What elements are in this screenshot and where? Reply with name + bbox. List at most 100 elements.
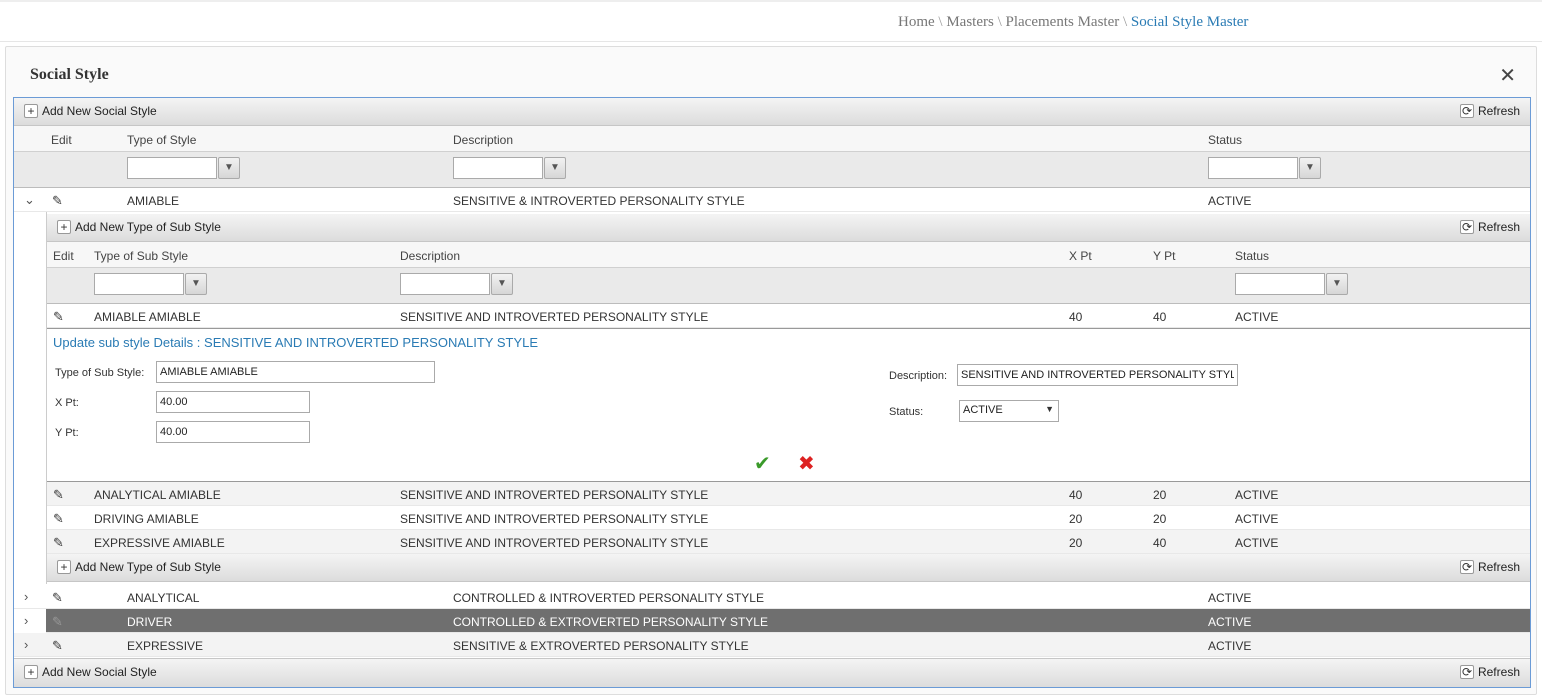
refresh-button[interactable]: ⟳ Refresh bbox=[1459, 220, 1520, 234]
refresh-button[interactable]: ⟳ Refresh bbox=[1459, 665, 1520, 679]
column-header-description[interactable]: Description bbox=[400, 249, 460, 263]
page-title: Social Style bbox=[30, 66, 109, 83]
status-select[interactable]: ACTIVE ▼ bbox=[959, 400, 1059, 422]
refresh-label: Refresh bbox=[1477, 104, 1520, 118]
y-pt-cell: 40 bbox=[1153, 310, 1167, 324]
description-input[interactable] bbox=[957, 364, 1238, 386]
table-row[interactable]: ✎ DRIVING AMIABLE SENSITIVE AND INTROVER… bbox=[47, 506, 1530, 530]
pencil-icon[interactable]: ✎ bbox=[53, 309, 64, 325]
column-header-status[interactable]: Status bbox=[1208, 133, 1242, 147]
breadcrumb-separator: \ bbox=[997, 14, 1002, 30]
refresh-label: Refresh bbox=[1477, 560, 1520, 574]
plus-icon: + bbox=[57, 220, 71, 234]
sub-type-filter-input[interactable] bbox=[94, 273, 184, 295]
chevron-right-icon[interactable]: › bbox=[14, 609, 46, 633]
x-pt-cell: 40 bbox=[1069, 488, 1083, 502]
sub-type-cell: DRIVING AMIABLE bbox=[94, 512, 199, 526]
filter-icon[interactable]: ▼ bbox=[218, 157, 240, 179]
refresh-label: Refresh bbox=[1477, 220, 1520, 234]
chevron-right-icon[interactable]: › bbox=[24, 637, 28, 652]
filter-icon[interactable]: ▼ bbox=[1326, 273, 1348, 295]
sub-type-cell: EXPRESSIVE AMIABLE bbox=[94, 536, 225, 550]
table-row[interactable]: ✎ EXPRESSIVE AMIABLE SENSITIVE AND INTRO… bbox=[47, 530, 1530, 554]
pencil-icon[interactable]: ✎ bbox=[53, 511, 64, 527]
close-icon[interactable]: ✕ bbox=[1499, 63, 1516, 88]
pencil-icon[interactable]: ✎ bbox=[52, 638, 63, 654]
pencil-icon[interactable]: ✎ bbox=[53, 535, 64, 551]
top-bar: Home \ Masters \ Placements Master \ Soc… bbox=[0, 0, 1542, 42]
breadcrumb-home[interactable]: Home bbox=[898, 14, 935, 30]
x-pt-cell: 20 bbox=[1069, 512, 1083, 526]
refresh-button[interactable]: ⟳ Refresh bbox=[1459, 560, 1520, 574]
sub-type-cell: ANALYTICAL AMIABLE bbox=[94, 488, 221, 502]
sub-type-cell: AMIABLE AMIABLE bbox=[94, 310, 201, 324]
add-sub-style-label: Add New Type of Sub Style bbox=[75, 560, 221, 574]
description-cell: CONTROLLED & INTROVERTED PERSONALITY STY… bbox=[453, 591, 764, 605]
type-filter-input[interactable] bbox=[127, 157, 217, 179]
table-row[interactable]: ⌄ ✎ AMIABLE SENSITIVE & INTROVERTED PERS… bbox=[14, 188, 1530, 212]
grid-bottom-toolbar: + Add New Social Style ⟳ Refresh bbox=[14, 658, 1530, 687]
description-filter-input[interactable] bbox=[453, 157, 543, 179]
description-label: Description: bbox=[889, 370, 948, 382]
x-pt-input[interactable] bbox=[156, 391, 310, 413]
edit-sub-style-form: Update sub style Details : SENSITIVE AND… bbox=[47, 328, 1530, 482]
save-check-icon[interactable]: ✔ bbox=[754, 451, 771, 476]
refresh-button[interactable]: ⟳ Refresh bbox=[1459, 104, 1520, 118]
add-social-style-label: Add New Social Style bbox=[42, 665, 157, 679]
refresh-label: Refresh bbox=[1477, 665, 1520, 679]
add-social-style-button[interactable]: + Add New Social Style bbox=[24, 665, 157, 679]
refresh-icon: ⟳ bbox=[1459, 665, 1474, 679]
type-cell: DRIVER bbox=[127, 615, 173, 629]
add-sub-style-button[interactable]: + Add New Type of Sub Style bbox=[57, 560, 221, 574]
table-row[interactable]: › ✎ ANALYTICAL CONTROLLED & INTROVERTED … bbox=[14, 585, 1530, 609]
caret-down-icon: ▼ bbox=[1045, 404, 1054, 414]
column-header-type-of-style[interactable]: Type of Style bbox=[127, 133, 196, 147]
x-pt-cell: 40 bbox=[1069, 310, 1083, 324]
add-sub-style-button[interactable]: + Add New Type of Sub Style bbox=[57, 220, 221, 234]
social-style-grid: + Add New Social Style ⟳ Refresh Edit Ty… bbox=[13, 97, 1531, 688]
filter-icon[interactable]: ▼ bbox=[1299, 157, 1321, 179]
status-cell: ACTIVE bbox=[1208, 591, 1252, 605]
column-header-status[interactable]: Status bbox=[1235, 249, 1269, 263]
grid-header-row: Edit Type of Style Description Status bbox=[14, 126, 1530, 152]
chevron-down-icon[interactable]: ⌄ bbox=[24, 192, 35, 208]
sub-status-cell: ACTIVE bbox=[1235, 512, 1279, 526]
pencil-icon[interactable]: ✎ bbox=[52, 590, 63, 606]
column-header-edit: Edit bbox=[53, 249, 74, 263]
status-filter-input[interactable] bbox=[1208, 157, 1298, 179]
subgrid-top-toolbar: + Add New Type of Sub Style ⟳ Refresh bbox=[47, 214, 1530, 242]
breadcrumb-placements-master[interactable]: Placements Master bbox=[1006, 14, 1120, 30]
sub-status-filter-input[interactable] bbox=[1235, 273, 1325, 295]
plus-icon: + bbox=[57, 560, 71, 574]
column-header-description[interactable]: Description bbox=[453, 133, 513, 147]
refresh-icon: ⟳ bbox=[1459, 220, 1474, 234]
filter-icon[interactable]: ▼ bbox=[491, 273, 513, 295]
y-pt-input[interactable] bbox=[156, 421, 310, 443]
column-header-y-pt[interactable]: Y Pt bbox=[1153, 249, 1175, 263]
add-social-style-button[interactable]: + Add New Social Style bbox=[24, 104, 157, 118]
subgrid-bottom-toolbar: + Add New Type of Sub Style ⟳ Refresh bbox=[47, 554, 1530, 582]
breadcrumb-masters[interactable]: Masters bbox=[946, 14, 994, 30]
cancel-x-icon[interactable]: ✖ bbox=[798, 451, 815, 476]
breadcrumb-separator: \ bbox=[938, 14, 943, 30]
pencil-icon[interactable]: ✎ bbox=[53, 487, 64, 503]
sub-description-filter-input[interactable] bbox=[400, 273, 490, 295]
column-header-type-of-sub-style[interactable]: Type of Sub Style bbox=[94, 249, 188, 263]
status-cell: ACTIVE bbox=[1208, 194, 1252, 208]
breadcrumb: Home \ Masters \ Placements Master \ Soc… bbox=[898, 14, 1248, 31]
table-row[interactable]: ✎ AMIABLE AMIABLE SENSITIVE AND INTROVER… bbox=[47, 304, 1530, 328]
column-header-x-pt[interactable]: X Pt bbox=[1069, 249, 1092, 263]
pencil-icon[interactable]: ✎ bbox=[52, 193, 63, 209]
table-row[interactable]: ✎ ANALYTICAL AMIABLE SENSITIVE AND INTRO… bbox=[47, 482, 1530, 506]
chevron-right-icon[interactable]: › bbox=[24, 589, 28, 604]
table-row[interactable]: › ✎ EXPRESSIVE SENSITIVE & EXTROVERTED P… bbox=[14, 633, 1530, 657]
type-of-sub-style-input[interactable] bbox=[156, 361, 435, 383]
y-pt-label: Y Pt: bbox=[55, 427, 79, 439]
sub-status-cell: ACTIVE bbox=[1235, 536, 1279, 550]
sub-description-cell: SENSITIVE AND INTROVERTED PERSONALITY ST… bbox=[400, 536, 709, 550]
filter-icon[interactable]: ▼ bbox=[544, 157, 566, 179]
pencil-icon[interactable]: ✎ bbox=[52, 614, 63, 630]
filter-icon[interactable]: ▼ bbox=[185, 273, 207, 295]
subgrid-header-row: Edit Type of Sub Style Description X Pt … bbox=[47, 242, 1530, 268]
table-row-selected[interactable]: › ✎ DRIVER CONTROLLED & EXTROVERTED PERS… bbox=[14, 609, 1530, 633]
